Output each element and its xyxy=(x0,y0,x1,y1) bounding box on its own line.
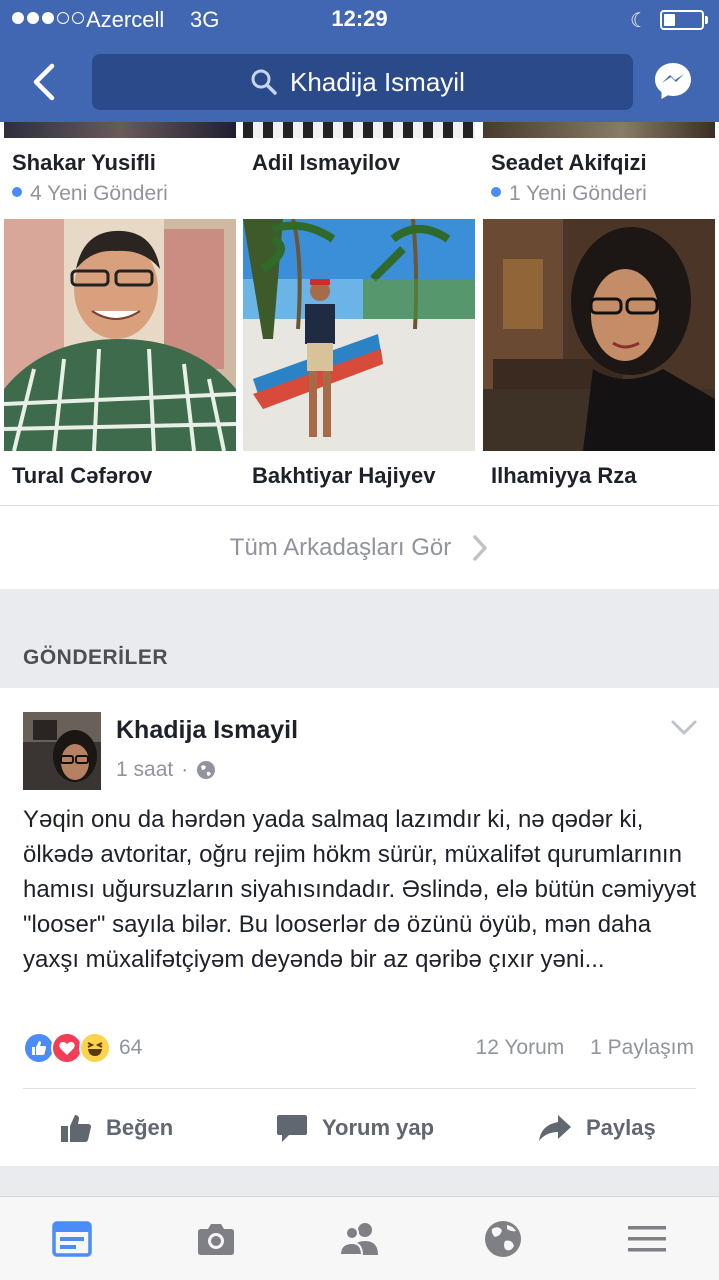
avatar[interactable] xyxy=(23,712,101,790)
divider xyxy=(23,1088,696,1089)
globe-icon xyxy=(197,761,216,779)
reactions-summary[interactable]: 64 xyxy=(23,1031,142,1065)
camera-icon xyxy=(198,1224,234,1255)
tab-menu[interactable] xyxy=(625,1217,669,1261)
friend-name[interactable]: Tural Cəfərov xyxy=(12,463,152,489)
status-time: 12:29 xyxy=(331,6,388,31)
like-label: Beğen xyxy=(106,1115,174,1140)
haha-reaction-icon xyxy=(79,1032,111,1064)
post-time[interactable]: 1 saat xyxy=(116,758,173,782)
search-bar[interactable]: Khadija Ismayil xyxy=(92,54,633,110)
section-separator xyxy=(0,589,719,688)
friend-name[interactable]: Shakar Yusifli xyxy=(12,150,156,176)
share-label: Paylaş xyxy=(586,1115,656,1140)
share-icon xyxy=(539,1115,571,1141)
see-all-friends-label: Tüm Arkadaşları Gör xyxy=(229,533,452,561)
friend-name[interactable]: Adil Ismayilov xyxy=(252,150,400,176)
friend-photo-2-cropped[interactable] xyxy=(243,122,475,138)
post-card: Khadija Ismayil 1 saat · Yəqin onu da hə… xyxy=(0,688,719,1166)
share-count[interactable]: 1 Paylaşım xyxy=(590,1036,694,1059)
friend-photo-tural[interactable] xyxy=(4,219,236,451)
friends-icon xyxy=(338,1223,378,1256)
friend-photo-bakhtiyar[interactable] xyxy=(243,219,475,451)
share-button[interactable]: Paylaş xyxy=(538,1108,656,1148)
bottom-tab-bar xyxy=(0,1196,719,1280)
friend-name[interactable]: Seadet Akifqizi xyxy=(491,150,647,176)
friend-photo-1-cropped[interactable] xyxy=(4,122,236,138)
posts-section-title: GÖNDERİLER xyxy=(23,646,169,669)
see-all-friends-button[interactable]: Tüm Arkadaşları Gör xyxy=(0,505,719,589)
post-text[interactable]: Yəqin onu da hərdən yada salmaq lazımdır… xyxy=(23,802,713,977)
post-stats: 12 Yorum 1 Paylaşım xyxy=(476,1036,694,1060)
tab-friends[interactable] xyxy=(338,1217,382,1261)
chevron-right-icon xyxy=(473,534,487,561)
tab-notifications-globe[interactable] xyxy=(481,1217,525,1261)
reaction-count: 64 xyxy=(119,1036,143,1059)
search-query: Khadija Ismayil xyxy=(290,67,465,97)
menu-icon xyxy=(628,1226,666,1252)
comment-icon xyxy=(277,1115,307,1142)
tab-camera[interactable] xyxy=(194,1217,238,1261)
friend-name[interactable]: Ilhamiyya Rza xyxy=(491,463,637,489)
new-posts-badge: 1 Yeni Gönderi xyxy=(491,182,647,206)
search-icon xyxy=(251,69,277,95)
do-not-disturb-icon: ☾ xyxy=(630,10,648,32)
app-header: Azercell 3G 12:29 ☾ Khadija Ismayil xyxy=(0,0,719,122)
post-timestamp: 1 saat · xyxy=(116,758,216,782)
section-separator xyxy=(0,1166,719,1196)
back-icon[interactable] xyxy=(28,62,62,102)
comment-label: Yorum yap xyxy=(322,1115,435,1140)
comment-button[interactable]: Yorum yap xyxy=(276,1108,434,1148)
like-button[interactable]: Beğen xyxy=(60,1108,173,1148)
new-posts-badge: 4 Yeni Gönderi xyxy=(12,182,168,206)
friend-photo-3-cropped[interactable] xyxy=(483,122,715,138)
post-author[interactable]: Khadija Ismayil xyxy=(116,716,298,745)
comment-count[interactable]: 12 Yorum xyxy=(476,1036,565,1059)
globe-tab-icon xyxy=(485,1221,521,1257)
like-icon xyxy=(61,1115,91,1142)
friend-name[interactable]: Bakhtiyar Hajiyev xyxy=(252,463,435,489)
tab-news-feed[interactable] xyxy=(50,1217,94,1261)
chevron-down-icon[interactable] xyxy=(670,718,698,738)
news-feed-icon xyxy=(52,1221,92,1257)
battery-icon xyxy=(660,10,704,30)
status-bar: Azercell 3G 12:29 ☾ xyxy=(0,0,719,40)
messenger-icon[interactable] xyxy=(652,60,694,102)
friend-photo-ilhamiyya[interactable] xyxy=(483,219,715,451)
